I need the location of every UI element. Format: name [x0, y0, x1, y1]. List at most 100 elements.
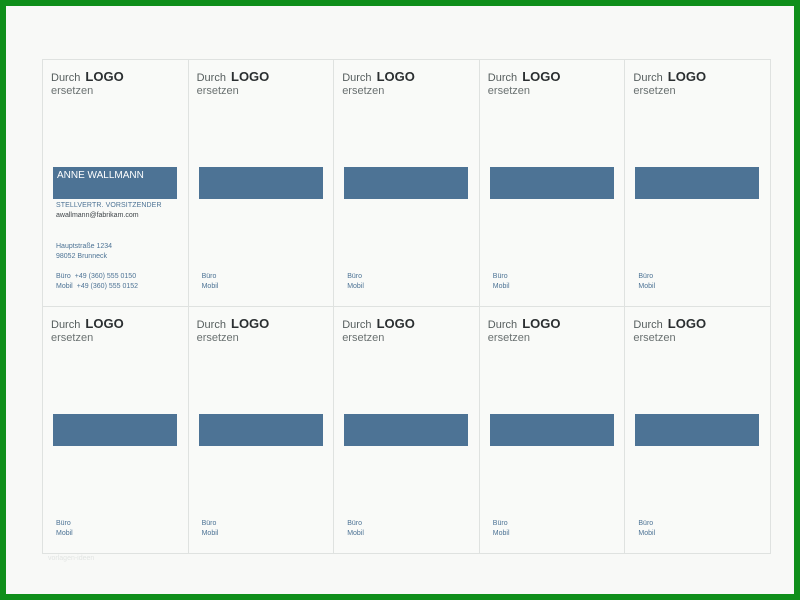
logo-suffix: ersetzen: [196, 332, 239, 344]
logo-prefix: Durch: [51, 72, 81, 84]
card-street[interactable]: Hauptstraße 1234: [56, 242, 112, 252]
logo-placeholder[interactable]: Durch LOGO ersetzen: [633, 70, 706, 98]
business-card-2[interactable]: Durch LOGO ersetzen Büro Mobil: [188, 60, 335, 307]
business-card-8[interactable]: Durch LOGO ersetzen Büro Mobil: [334, 307, 480, 554]
logo-prefix: Durch: [633, 72, 663, 84]
card-phones: Büro Mobil: [638, 272, 655, 292]
name-bar[interactable]: [635, 167, 760, 199]
business-card-4[interactable]: Durch LOGO ersetzen Büro Mobil: [479, 60, 626, 307]
mobile-number[interactable]: +49 (360) 555 0152: [77, 283, 138, 290]
logo-placeholder[interactable]: Durch LOGO ersetzen: [342, 70, 415, 98]
logo-brand: LOGO: [231, 69, 270, 84]
logo-brand: LOGO: [522, 69, 561, 84]
mobile-label: Mobil: [638, 283, 656, 290]
card-email[interactable]: awallmann@fabrikam.com: [56, 212, 139, 219]
office-label: Büro: [201, 273, 217, 280]
office-number[interactable]: +49 (360) 555 0150: [75, 273, 136, 280]
name-bar[interactable]: [53, 414, 177, 446]
logo-suffix: ersetzen: [342, 332, 385, 344]
business-card-sheet: Durch LOGO ersetzen ANNE WALLMANN STELLV…: [42, 59, 771, 554]
card-name[interactable]: ANNE WALLMANN: [57, 170, 144, 181]
logo-brand: LOGO: [522, 316, 561, 331]
office-label: Büro: [492, 520, 508, 527]
logo-brand: LOGO: [85, 69, 124, 84]
logo-prefix: Durch: [196, 72, 226, 84]
office-label: Büro: [638, 273, 654, 280]
name-bar[interactable]: [635, 414, 760, 446]
office-label: Büro: [56, 273, 71, 280]
business-card-9[interactable]: Durch LOGO ersetzen Büro Mobil: [479, 307, 626, 554]
name-bar[interactable]: [344, 414, 469, 446]
logo-placeholder[interactable]: Durch LOGO ersetzen: [342, 317, 415, 345]
name-bar[interactable]: [489, 414, 614, 446]
name-bar[interactable]: [198, 167, 323, 199]
page-frame: Durch LOGO ersetzen ANNE WALLMANN STELLV…: [0, 0, 800, 600]
office-label: Büro: [347, 273, 362, 280]
mobile-label: Mobil: [347, 530, 364, 537]
logo-prefix: Durch: [633, 319, 663, 331]
logo-prefix: Durch: [51, 319, 81, 331]
name-bar[interactable]: [344, 167, 469, 199]
mobile-label: Mobil: [492, 530, 510, 537]
card-phones: Büro Mobil: [493, 519, 510, 539]
mobile-label: Mobil: [201, 283, 219, 290]
business-card-10[interactable]: Durch LOGO ersetzen Büro Mobil: [625, 307, 771, 554]
logo-prefix: Durch: [487, 72, 518, 84]
logo-suffix: ersetzen: [342, 85, 385, 97]
card-phones: Büro +49 (360) 555 0150 Mobil +49 (360) 55…: [56, 272, 138, 292]
logo-prefix: Durch: [487, 319, 518, 331]
watermark-note: vorlagen-ideen: [48, 555, 95, 562]
logo-prefix: Durch: [196, 319, 226, 331]
logo-suffix: ersetzen: [633, 332, 676, 344]
office-label: Büro: [347, 520, 362, 527]
office-label: Büro: [492, 273, 508, 280]
name-bar[interactable]: [198, 414, 323, 446]
mobile-label: Mobil: [347, 283, 364, 290]
logo-placeholder[interactable]: Durch LOGO ersetzen: [488, 70, 561, 98]
logo-placeholder[interactable]: Durch LOGO ersetzen: [51, 70, 124, 98]
logo-placeholder[interactable]: Durch LOGO ersetzen: [633, 317, 706, 345]
logo-brand: LOGO: [85, 316, 124, 331]
business-card-5[interactable]: Durch LOGO ersetzen Büro Mobil: [625, 60, 771, 307]
office-label: Büro: [638, 520, 654, 527]
logo-brand: LOGO: [667, 69, 707, 84]
card-address: Hauptstraße 1234 98052 Brunneck: [56, 242, 112, 262]
logo-suffix: ersetzen: [51, 332, 94, 344]
business-card-7[interactable]: Durch LOGO ersetzen Büro Mobil: [188, 307, 335, 554]
logo-brand: LOGO: [376, 69, 415, 84]
logo-placeholder[interactable]: Durch LOGO ersetzen: [197, 70, 270, 98]
logo-suffix: ersetzen: [487, 85, 530, 97]
business-card-6[interactable]: Durch LOGO ersetzen Büro Mobil: [43, 307, 189, 554]
logo-suffix: ersetzen: [487, 332, 530, 344]
card-phones: Büro Mobil: [347, 272, 364, 292]
mobile-label: Mobil: [492, 283, 510, 290]
mobile-label: Mobil: [201, 530, 219, 537]
logo-prefix: Durch: [342, 72, 372, 84]
card-title[interactable]: STELLVERTR. VORSITZENDER: [56, 202, 162, 209]
card-phones: Büro Mobil: [202, 519, 219, 539]
logo-placeholder[interactable]: Durch LOGO ersetzen: [197, 317, 270, 345]
card-phones: Büro Mobil: [202, 272, 219, 292]
logo-brand: LOGO: [231, 316, 270, 331]
office-label: Büro: [201, 520, 217, 527]
logo-suffix: ersetzen: [196, 85, 239, 97]
name-bar[interactable]: [489, 167, 614, 199]
name-bar[interactable]: ANNE WALLMANN: [53, 167, 177, 199]
logo-brand: LOGO: [376, 316, 415, 331]
business-card-1[interactable]: Durch LOGO ersetzen ANNE WALLMANN STELLV…: [43, 60, 189, 307]
logo-prefix: Durch: [342, 319, 372, 331]
card-city[interactable]: 98052 Brunneck: [56, 252, 112, 262]
card-phones: Büro Mobil: [638, 519, 655, 539]
logo-placeholder[interactable]: Durch LOGO ersetzen: [51, 317, 124, 345]
business-card-3[interactable]: Durch LOGO ersetzen Büro Mobil: [334, 60, 480, 307]
mobile-label: Mobil: [638, 530, 656, 537]
card-phones: Büro Mobil: [347, 519, 364, 539]
office-label: Büro: [56, 520, 71, 527]
card-phones: Büro Mobil: [493, 272, 510, 292]
logo-suffix: ersetzen: [51, 85, 94, 97]
logo-placeholder[interactable]: Durch LOGO ersetzen: [488, 317, 561, 345]
card-phones: Büro Mobil: [56, 519, 73, 539]
logo-brand: LOGO: [667, 316, 707, 331]
mobile-label: Mobil: [56, 530, 73, 537]
mobile-label: Mobil: [56, 283, 73, 290]
